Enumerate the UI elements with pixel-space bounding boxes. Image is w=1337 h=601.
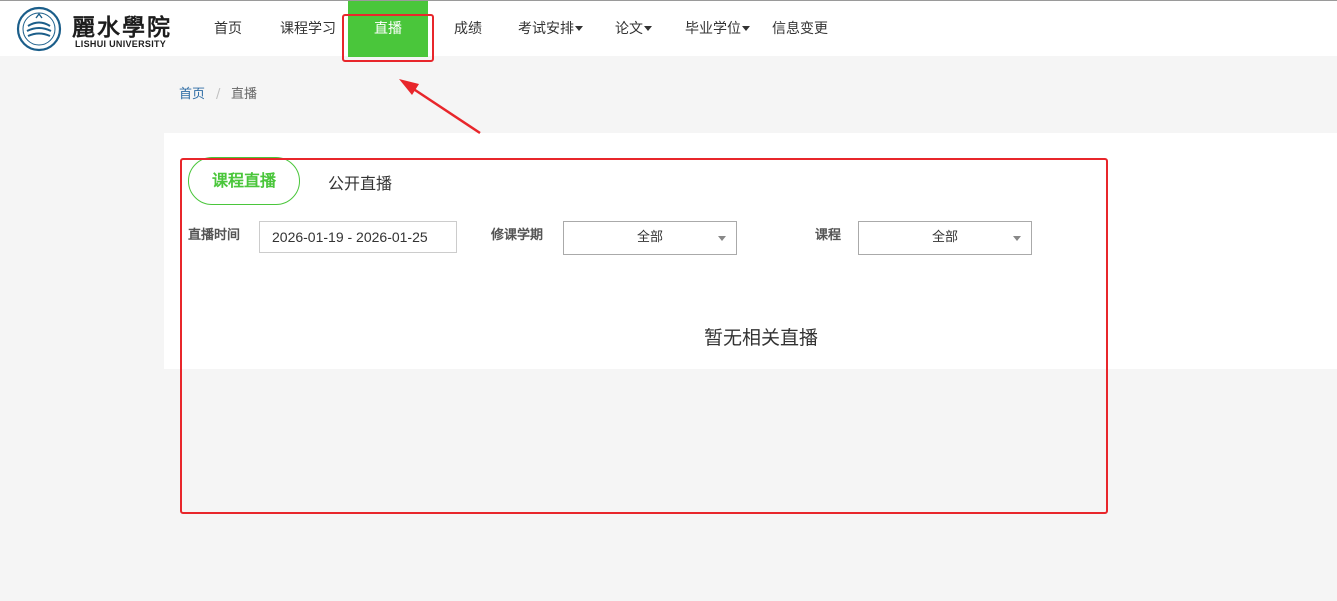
annotation-arrow-icon	[399, 79, 481, 135]
